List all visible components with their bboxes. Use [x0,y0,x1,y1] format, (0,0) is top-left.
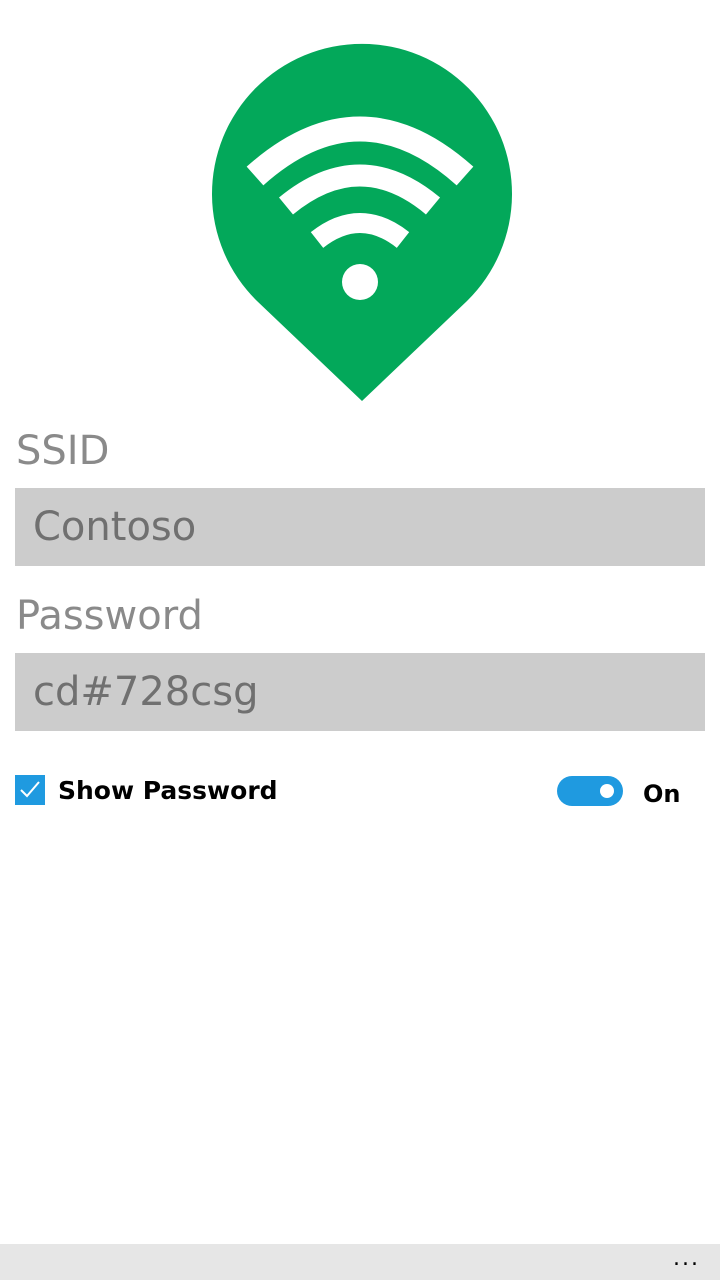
toggle-switch[interactable] [557,776,623,806]
toggle-knob [600,784,614,798]
show-password-checkbox[interactable] [15,775,45,805]
wifi-location-pin-icon [212,43,513,401]
ssid-field-container[interactable] [15,488,705,566]
app-bar: ... [0,1244,720,1280]
show-password-label: Show Password [58,775,278,805]
checkmark-icon [20,781,40,798]
password-field-container[interactable] [15,653,705,731]
ssid-label: SSID [16,428,110,474]
password-label: Password [16,593,203,639]
ssid-input[interactable] [33,504,693,550]
toggle-state-label: On [643,780,681,808]
password-input[interactable] [33,669,693,715]
show-password-row[interactable]: Show Password [15,773,278,807]
more-options-icon[interactable]: ... [673,1248,700,1270]
